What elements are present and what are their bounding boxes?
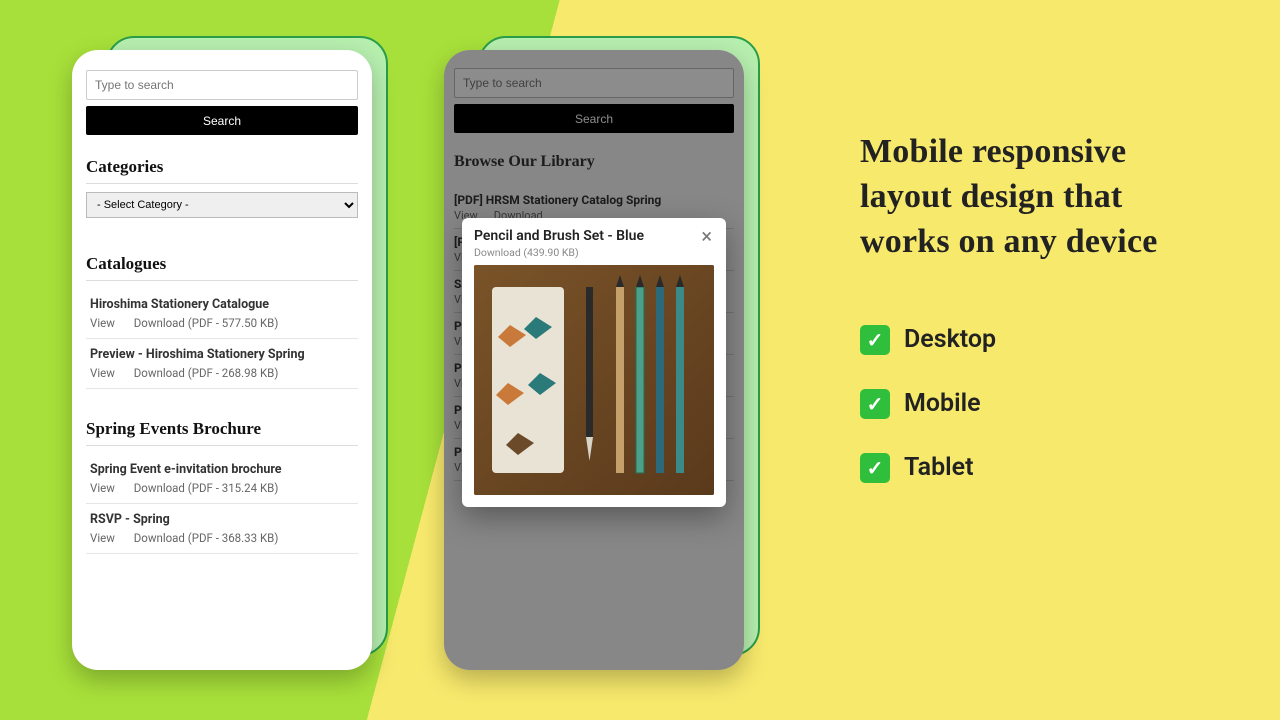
brochure-heading: Spring Events Brochure [86, 419, 358, 446]
feature-tablet: ✓ Tablet [860, 453, 1220, 483]
feature-label: Desktop [904, 325, 996, 354]
phone-mockup-1: Search Categories - Select Category - Ca… [72, 50, 372, 670]
search-input[interactable] [86, 70, 358, 100]
search-button[interactable]: Search [86, 106, 358, 135]
marketing-stage: Search Categories - Select Category - Ca… [0, 0, 1280, 720]
view-link[interactable]: View [90, 316, 115, 330]
doc-title: RSVP - Spring [90, 512, 354, 527]
doc-title: Preview - Hiroshima Stationery Spring [90, 347, 354, 362]
list-item: RSVP - Spring View Download (PDF - 368.3… [86, 504, 358, 554]
download-link[interactable]: Download (PDF - 577.50 KB) [134, 316, 279, 330]
modal-download-link[interactable]: Download (439.90 KB) [474, 246, 714, 259]
catalogues-heading: Catalogues [86, 254, 358, 281]
feature-label: Tablet [904, 453, 973, 482]
phone-mockup-2: Search Browse Our Library [PDF] HRSM Sta… [444, 50, 744, 670]
list-item: Preview - Hiroshima Stationery Spring Vi… [86, 339, 358, 389]
view-link[interactable]: View [90, 366, 115, 380]
doc-title: Spring Event e-invitation brochure [90, 462, 354, 477]
headline: Mobile responsive layout design that wor… [860, 130, 1220, 265]
list-item: Spring Event e-invitation brochure View … [86, 454, 358, 504]
doc-title: Hiroshima Stationery Catalogue [90, 297, 354, 312]
download-link[interactable]: Download (PDF - 315.24 KB) [134, 481, 279, 495]
view-link[interactable]: View [90, 481, 115, 495]
list-item: Hiroshima Stationery Catalogue View Down… [86, 289, 358, 339]
close-icon[interactable]: × [699, 228, 714, 244]
category-select[interactable]: - Select Category - [86, 192, 358, 218]
preview-modal: Pencil and Brush Set - Blue × Download (… [462, 218, 726, 507]
check-icon: ✓ [860, 325, 890, 355]
categories-heading: Categories [86, 157, 358, 184]
check-icon: ✓ [860, 453, 890, 483]
marketing-copy: Mobile responsive layout design that wor… [860, 130, 1220, 517]
product-image [474, 265, 714, 495]
download-link[interactable]: Download (PDF - 368.33 KB) [134, 531, 279, 545]
check-icon: ✓ [860, 389, 890, 419]
modal-title: Pencil and Brush Set - Blue [474, 228, 644, 244]
download-link[interactable]: Download (PDF - 268.98 KB) [134, 366, 279, 380]
feature-mobile: ✓ Mobile [860, 389, 1220, 419]
feature-label: Mobile [904, 389, 981, 418]
feature-desktop: ✓ Desktop [860, 325, 1220, 355]
view-link[interactable]: View [90, 531, 115, 545]
